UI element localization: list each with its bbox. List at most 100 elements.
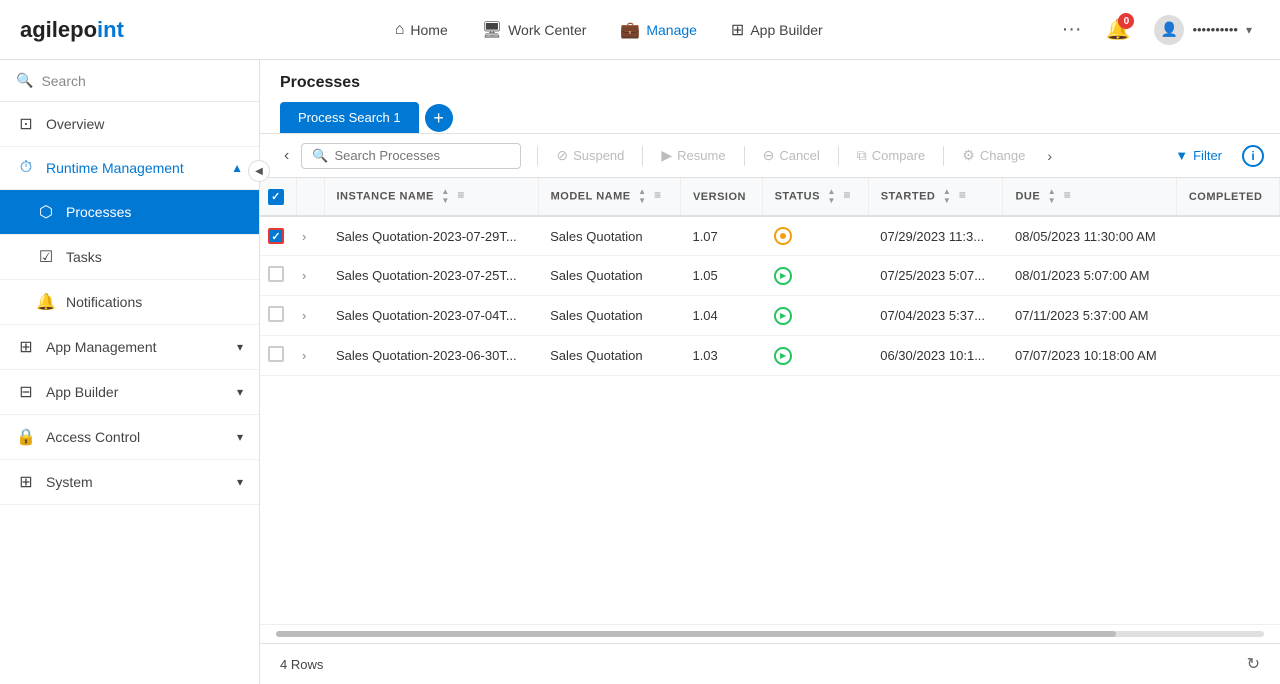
nav-home[interactable]: ⌂ Home (381, 13, 462, 47)
nav-appbuilder-label: App Builder (750, 22, 822, 38)
table-row: ›Sales Quotation-2023-07-04T...Sales Quo… (260, 296, 1280, 336)
sort-model-name[interactable]: ▲▼ (638, 188, 646, 205)
user-name: •••••••••• (1192, 22, 1238, 37)
sidebar-processes-label: Processes (66, 204, 131, 220)
col-instance-name: INSTANCE NAME ▲▼ ≡ (324, 178, 538, 216)
row-checkbox-cell[interactable] (260, 336, 296, 376)
cancel-button[interactable]: ⊖ Cancel (753, 142, 830, 169)
row-due: 08/01/2023 5:07:00 AM (1003, 256, 1176, 296)
scrollbar-thumb[interactable] (276, 631, 1116, 637)
row-expand[interactable]: › (296, 296, 324, 336)
suspend-button[interactable]: ⊘ Suspend (546, 142, 634, 169)
cancel-icon: ⊖ (763, 147, 775, 164)
compare-button[interactable]: ⧉ Compare (847, 142, 935, 169)
chevron-up-icon: ▲ (231, 161, 243, 175)
row-checkbox-cell[interactable] (260, 256, 296, 296)
logo[interactable]: agilepoint (20, 17, 124, 43)
add-tab-button[interactable]: + (425, 104, 453, 132)
col-checkbox[interactable] (260, 178, 296, 216)
sidebar-search[interactable]: 🔍 Search (0, 60, 259, 102)
back-button[interactable]: ‹ (276, 143, 297, 169)
more-button[interactable]: ··· (1054, 14, 1090, 45)
search-box[interactable]: 🔍 (301, 143, 521, 169)
nav-right: ··· 🔔 0 👤 •••••••••• ▾ (1054, 11, 1260, 49)
row-checkbox[interactable] (268, 306, 284, 322)
col-instance-name-label: INSTANCE NAME (337, 190, 434, 202)
notifications-button[interactable]: 🔔 0 (1106, 17, 1131, 42)
status-icon (774, 347, 792, 365)
sort-started[interactable]: ▲▼ (943, 188, 951, 205)
col-expand (296, 178, 324, 216)
grid-icon: ⊞ (731, 20, 744, 40)
row-model-name: Sales Quotation (538, 256, 680, 296)
search-input[interactable] (335, 148, 495, 163)
filter-button[interactable]: ▼ Filter (1165, 143, 1232, 168)
sidebar-item-tasks[interactable]: ☑ Tasks (0, 235, 259, 280)
sort-status[interactable]: ▲▼ (828, 188, 836, 205)
sidebar-item-processes[interactable]: ⬡ Processes (0, 190, 259, 235)
cancel-label: Cancel (779, 148, 819, 163)
select-all-checkbox[interactable] (268, 189, 284, 205)
row-due: 07/11/2023 5:37:00 AM (1003, 296, 1176, 336)
horizontal-scrollbar[interactable] (260, 624, 1280, 643)
sidebar-collapse-toggle[interactable]: ◀ (248, 160, 270, 182)
processes-icon: ⬡ (36, 202, 56, 222)
info-button[interactable]: i (1242, 145, 1264, 167)
sidebar-item-access-control[interactable]: 🔒 Access Control ▾ (0, 415, 259, 460)
chevron-down-icon: ▾ (1246, 23, 1252, 37)
col-settings-due[interactable]: ≡ (1064, 188, 1072, 202)
row-due: 07/07/2023 10:18:00 AM (1003, 336, 1176, 376)
resume-button[interactable]: ▶ Resume (651, 142, 735, 169)
user-menu-button[interactable]: 👤 •••••••••• ▾ (1146, 11, 1260, 49)
row-completed (1176, 216, 1279, 256)
nav-manage[interactable]: 💼 Manage (606, 12, 711, 48)
nav-appbuilder[interactable]: ⊞ App Builder (717, 12, 837, 48)
table-row: ›Sales Quotation-2023-07-29T...Sales Quo… (260, 216, 1280, 256)
col-settings-status[interactable]: ≡ (844, 188, 852, 202)
col-due-label: DUE (1015, 190, 1040, 202)
nav-workcenter[interactable]: 🖥 Work Center (468, 12, 601, 48)
row-instance-name: Sales Quotation-2023-07-29T... (324, 216, 538, 256)
row-checkbox[interactable] (268, 266, 284, 282)
sidebar-runtime-label: Runtime Management (46, 160, 221, 176)
toolbar-separator-2 (642, 146, 643, 166)
row-expand[interactable]: › (296, 336, 324, 376)
row-checkbox[interactable] (268, 228, 284, 244)
row-checkbox-cell[interactable] (260, 216, 296, 256)
sidebar-section-runtime[interactable]: ⏱ Runtime Management ▲ (0, 147, 259, 190)
system-icon: ⊞ (16, 472, 36, 492)
sidebar-item-notifications[interactable]: 🔔 Notifications (0, 280, 259, 325)
search-box-icon: 🔍 (312, 148, 328, 164)
nav-workcenter-label: Work Center (508, 22, 586, 38)
sidebar-app-builder-label: App Builder (46, 384, 227, 400)
row-checkbox-cell[interactable] (260, 296, 296, 336)
plus-icon: + (433, 109, 444, 127)
refresh-button[interactable]: ↻ (1247, 654, 1260, 674)
sidebar-access-control-label: Access Control (46, 429, 227, 445)
app-management-icon: ⊞ (16, 337, 36, 357)
sort-instance-name[interactable]: ▲▼ (441, 188, 449, 205)
change-button[interactable]: ⚙ Change (952, 142, 1035, 169)
row-expand[interactable]: › (296, 256, 324, 296)
sidebar-item-system[interactable]: ⊞ System ▾ (0, 460, 259, 505)
sidebar-item-app-builder[interactable]: ⊟ App Builder ▾ (0, 370, 259, 415)
sidebar-app-management-label: App Management (46, 339, 227, 355)
more-options-button[interactable]: › (1039, 143, 1060, 169)
sort-due[interactable]: ▲▼ (1048, 188, 1056, 205)
app-builder-icon: ⊟ (16, 382, 36, 402)
tab-process-search-1[interactable]: Process Search 1 (280, 102, 419, 133)
col-settings-model[interactable]: ≡ (654, 188, 662, 202)
sidebar-item-overview-label: Overview (46, 116, 243, 132)
page-title: Processes (280, 74, 1260, 92)
col-settings-started[interactable]: ≡ (959, 188, 967, 202)
row-expand[interactable]: › (296, 216, 324, 256)
sidebar-item-app-management[interactable]: ⊞ App Management ▾ (0, 325, 259, 370)
sidebar-item-overview[interactable]: ⊡ Overview (0, 102, 259, 147)
table-row: ›Sales Quotation-2023-06-30T...Sales Quo… (260, 336, 1280, 376)
row-checkbox[interactable] (268, 346, 284, 362)
filter-label: Filter (1193, 148, 1222, 163)
col-started-label: STARTED (881, 190, 936, 202)
search-icon: 🔍 (16, 72, 33, 89)
col-settings-instance[interactable]: ≡ (457, 188, 465, 202)
row-completed (1176, 256, 1279, 296)
